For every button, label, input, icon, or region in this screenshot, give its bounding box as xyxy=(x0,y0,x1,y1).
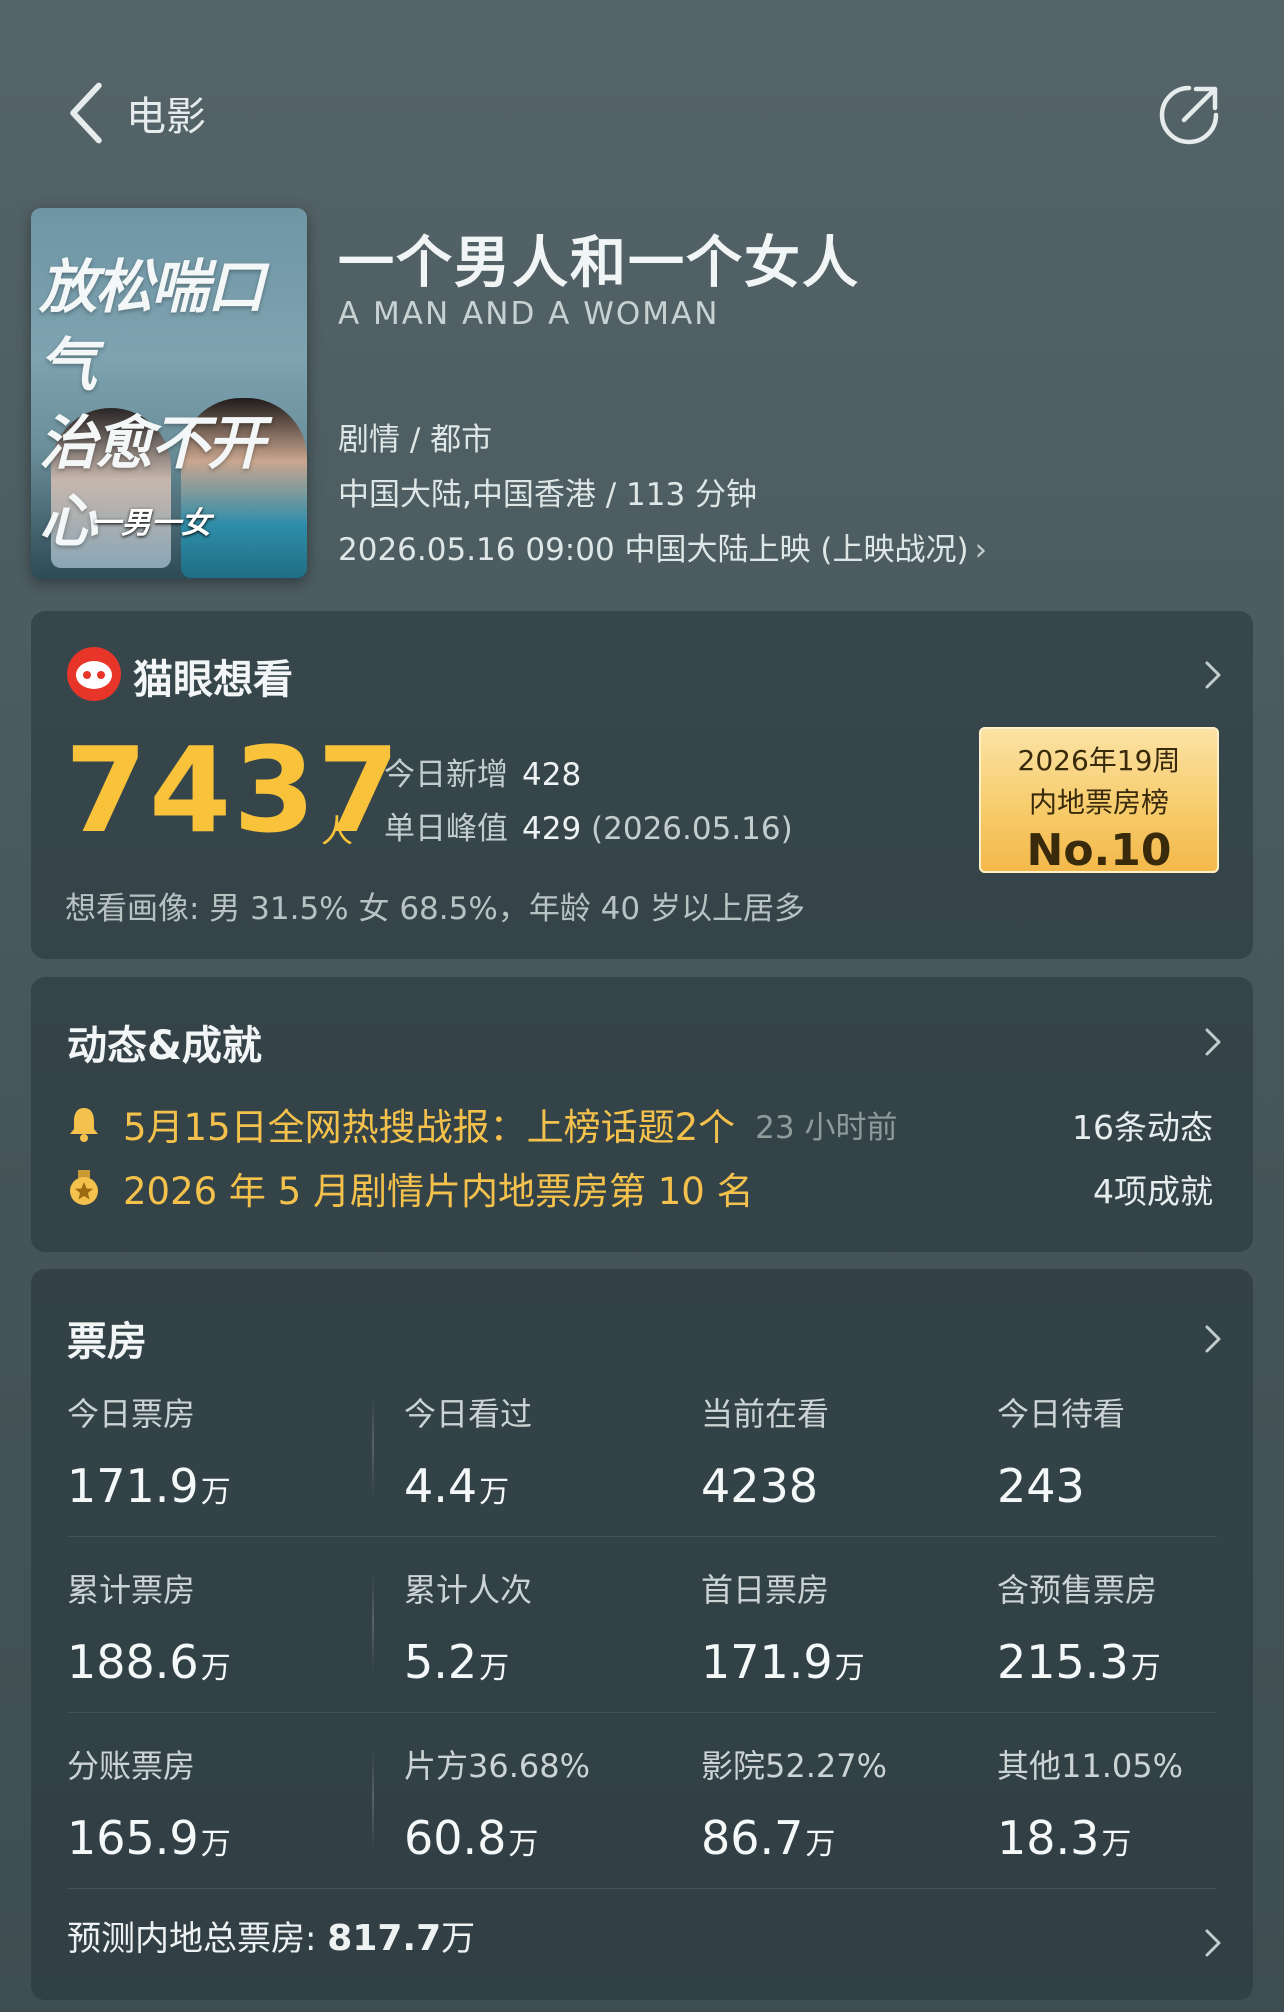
want-to-see-card[interactable]: 猫眼想看 7437 人 今日新增 428 单日峰值 429 (2026.05.16)… xyxy=(31,611,1253,959)
medal-icon xyxy=(70,1170,98,1205)
news-count: 16条动态 xyxy=(1072,1108,1213,1147)
divider xyxy=(67,1712,1217,1713)
chevron-right-icon[interactable] xyxy=(1203,658,1223,692)
divider xyxy=(372,1749,374,1849)
top-bar: 电影 xyxy=(0,0,1284,230)
movie-title: 一个男人和一个女人 xyxy=(338,231,860,296)
release-info-link[interactable]: 2026.05.16 09:00 中国大陆上映 (上映战况) › xyxy=(338,524,987,569)
back-button[interactable]: 电影 xyxy=(64,80,206,146)
maoyan-logo-icon xyxy=(67,647,121,701)
poster-logo: 一男一女 xyxy=(91,506,211,541)
stat-today-to-watch: 今日待看 243 xyxy=(997,1395,1126,1513)
box-office-title: 票房 xyxy=(67,1319,147,1365)
bell-icon xyxy=(70,1108,98,1142)
news-achievements-card[interactable]: 动态&成就 5月15日全网热搜战报：上榜话题2个 23 小时前 16条动态 20… xyxy=(31,977,1253,1252)
divider xyxy=(67,1888,1217,1889)
news-title: 动态&成就 xyxy=(67,1023,262,1069)
stat-other-share: 其他11.05% 18.3万 xyxy=(997,1747,1184,1865)
achievement-count: 4项成就 xyxy=(1093,1172,1213,1211)
today-new-stat: 今日新增 428 xyxy=(384,757,582,793)
movie-english-title: A MAN AND A WOMAN xyxy=(338,296,720,332)
stat-today-box-office: 今日票房 171.9万 xyxy=(67,1395,231,1513)
release-text: 2026.05.16 09:00 中国大陆上映 (上映战况) xyxy=(338,532,969,568)
forecast-total-box-office[interactable]: 预测内地总票房: 817.7万 xyxy=(67,1911,475,1960)
want-to-see-title: 猫眼想看 xyxy=(133,657,293,703)
movie-region-duration: 中国大陆,中国香港 / 113 分钟 xyxy=(338,477,758,513)
stat-now-watching: 当前在看 4238 xyxy=(701,1395,830,1513)
stat-first-day-box-office: 首日票房 171.9万 xyxy=(701,1571,865,1689)
box-office-rank-badge[interactable]: 2026年19周 内地票房榜 No.10 xyxy=(979,727,1219,876)
stat-total-admissions: 累计人次 5.2万 xyxy=(404,1571,533,1689)
divider xyxy=(67,1536,1217,1537)
chevron-right-icon: › xyxy=(974,532,987,568)
stat-split-box-office: 分账票房 165.9万 xyxy=(67,1747,231,1865)
chevron-right-icon[interactable] xyxy=(1203,1025,1223,1059)
share-icon[interactable] xyxy=(1154,80,1224,150)
movie-genre: 剧情 / 都市 xyxy=(338,422,493,458)
chevron-right-icon[interactable] xyxy=(1203,1926,1223,1960)
chevron-right-icon[interactable] xyxy=(1203,1322,1223,1356)
divider xyxy=(372,1573,374,1673)
stat-today-watched: 今日看过 4.4万 xyxy=(404,1395,533,1513)
stat-presale-box-office: 含预售票房 215.3万 xyxy=(997,1571,1161,1689)
stat-cinema-share: 影院52.27% 86.7万 xyxy=(701,1747,888,1865)
daily-peak-stat: 单日峰值 429 (2026.05.16) xyxy=(384,811,793,847)
chevron-left-icon xyxy=(70,82,102,144)
box-office-card[interactable]: 票房 今日票房 171.9万 今日看过 4.4万 当前在看 4238 今日待看 … xyxy=(31,1269,1253,2000)
stat-total-box-office: 累计票房 188.6万 xyxy=(67,1571,231,1689)
stat-producer-share: 片方36.68% 60.8万 xyxy=(404,1747,591,1865)
back-label: 电影 xyxy=(126,94,206,140)
news-item-achievement[interactable]: 2026 年 5 月剧情片内地票房第 10 名 xyxy=(67,1161,754,1215)
want-to-see-unit: 人 xyxy=(321,812,354,850)
movie-poster[interactable]: 放松喘口气 治愈不开心 一男一女 xyxy=(31,208,307,579)
audience-demographics: 想看画像: 男 31.5% 女 68.5%，年龄 40 岁以上居多 xyxy=(65,891,805,927)
divider xyxy=(372,1397,374,1497)
news-item-hot-search[interactable]: 5月15日全网热搜战报：上榜话题2个 23 小时前 xyxy=(67,1097,897,1151)
